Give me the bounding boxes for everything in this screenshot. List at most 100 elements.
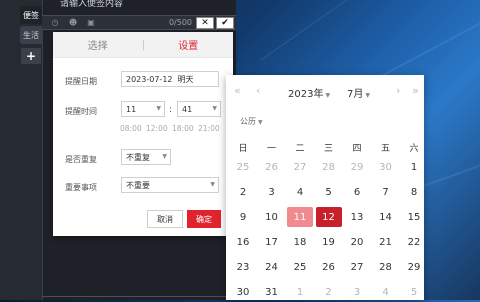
calendar-mode-label: 公历	[240, 117, 256, 126]
calendar-day-other-month[interactable]: 5	[401, 282, 427, 302]
calendar-day[interactable]: 10	[259, 207, 285, 227]
calendar-day[interactable]: 1	[401, 157, 427, 177]
calendar-day[interactable]: 25	[287, 257, 313, 277]
calendar-day-other-month[interactable]: 27	[287, 157, 313, 177]
calendar-day[interactable]: 14	[373, 207, 399, 227]
calendar-day[interactable]: 9	[230, 207, 256, 227]
calendar-day[interactable]: 13	[344, 207, 370, 227]
next-month-icon[interactable]: ›	[396, 84, 400, 97]
time-label: 提醒时间	[65, 107, 97, 116]
calendar-day-other-month[interactable]: 29	[344, 157, 370, 177]
calendar-day[interactable]: 11	[287, 207, 313, 227]
calendar-day[interactable]: 12	[315, 207, 342, 227]
caret-down-icon: ▼	[365, 92, 370, 99]
repeat-label: 是否重复	[65, 155, 97, 164]
calendar-day[interactable]: 19	[316, 232, 342, 252]
add-category-button[interactable]: +	[21, 48, 41, 64]
hour-select[interactable]: 11 ▼	[121, 101, 165, 117]
date-value: 2023-07-12	[126, 74, 173, 84]
calendar-day[interactable]: 29	[401, 257, 427, 277]
note-toolbar: ◷ ☻ ▣ 0/500 ✕ ✔	[42, 15, 236, 30]
calendar-day[interactable]: 22	[401, 232, 427, 252]
repeat-select[interactable]: 不重复 ▼	[121, 149, 171, 165]
next-year-icon[interactable]: »	[412, 84, 419, 97]
calendar-day[interactable]: 28	[373, 257, 399, 277]
importance-select[interactable]: 不重要 ▼	[121, 177, 219, 193]
calendar-day-other-month[interactable]: 4	[373, 282, 399, 302]
notes-sidebar	[0, 0, 42, 300]
calendar-day[interactable]: 18	[287, 232, 313, 252]
calendar-day[interactable]: 20	[344, 232, 370, 252]
user-icon[interactable]: ☻	[68, 18, 78, 28]
calendar-day[interactable]: 30	[230, 282, 256, 302]
prev-year-icon[interactable]: «	[234, 84, 241, 97]
importance-value: 不重要	[126, 180, 150, 190]
date-hint: 明天	[177, 74, 194, 84]
date-field[interactable]: 2023-07-12 明天	[121, 71, 219, 87]
hour-value: 11	[126, 104, 137, 114]
minute-value: 41	[182, 104, 193, 114]
repeat-value: 不重复	[126, 152, 150, 162]
weekday-header: 三	[323, 144, 333, 154]
weekday-header: 五	[380, 144, 390, 154]
weekday-header: 六	[409, 144, 419, 154]
calendar-day-other-month[interactable]: 3	[344, 282, 370, 302]
quick-time-0800[interactable]: 08:00	[120, 124, 142, 133]
calendar-day[interactable]: 8	[401, 182, 427, 202]
calendar-day[interactable]: 26	[316, 257, 342, 277]
calendar-day[interactable]: 17	[259, 232, 285, 252]
sidebar-tab-notes[interactable]: 便签	[20, 6, 42, 24]
calendar-day-other-month[interactable]: 26	[259, 157, 285, 177]
prev-month-icon[interactable]: ‹	[256, 84, 260, 97]
calendar-day[interactable]: 23	[230, 257, 256, 277]
date-label: 提醒日期	[65, 77, 97, 86]
tab-select[interactable]: 选择	[53, 37, 143, 52]
close-button[interactable]: ✕	[196, 16, 214, 29]
lock-icon[interactable]: ▣	[86, 18, 96, 28]
calendar-day[interactable]: 5	[316, 182, 342, 202]
quick-time-1200[interactable]: 12:00	[146, 124, 168, 133]
calendar-day[interactable]: 31	[259, 282, 285, 302]
quick-time-2100[interactable]: 21:00	[198, 124, 220, 133]
calendar-day[interactable]: 16	[230, 232, 256, 252]
calendar-day-other-month[interactable]: 30	[373, 157, 399, 177]
sidebar-tab-life[interactable]: 生活	[20, 26, 42, 44]
calendar-day[interactable]: 27	[344, 257, 370, 277]
chevron-down-icon: ▼	[156, 105, 161, 112]
time-separator: :	[169, 105, 173, 115]
cancel-button[interactable]: 取消	[147, 210, 183, 228]
calendar-day-other-month[interactable]: 28	[316, 157, 342, 177]
calendar-day-other-month[interactable]: 1	[287, 282, 313, 302]
divider	[42, 296, 236, 297]
weekday-header: 四	[352, 144, 362, 154]
confirm-button[interactable]: ✔	[216, 16, 234, 29]
month-label: 7月	[347, 89, 364, 100]
tab-settings[interactable]: 设置	[144, 37, 234, 52]
calendar-day[interactable]: 15	[401, 207, 427, 227]
calendar-day[interactable]: 4	[287, 182, 313, 202]
minute-select[interactable]: 41 ▼	[177, 101, 221, 117]
month-select[interactable]: 7月 ▼	[347, 85, 370, 100]
calendar-day[interactable]: 24	[259, 257, 285, 277]
calendar-day-other-month[interactable]: 2	[316, 282, 342, 302]
char-counter: 0/500	[168, 18, 192, 27]
calendar-day[interactable]: 21	[373, 232, 399, 252]
note-placeholder: 请输入便签内容	[60, 0, 124, 9]
ok-button[interactable]: 确定	[187, 210, 221, 228]
weekday-header: 一	[266, 144, 276, 154]
year-select[interactable]: 2023年 ▼	[288, 85, 330, 100]
calendar-day[interactable]: 2	[230, 182, 256, 202]
calendar-day[interactable]: 7	[373, 182, 399, 202]
quick-time-1800[interactable]: 18:00	[172, 124, 194, 133]
chevron-down-icon: ▼	[210, 181, 215, 188]
calendar-mode-select[interactable]: 公历 ▼	[240, 116, 263, 127]
calendar-day[interactable]: 6	[344, 182, 370, 202]
caret-down-icon: ▼	[325, 92, 331, 99]
dialog-tabs: 选择 设置	[53, 32, 233, 58]
weekday-header: 二	[295, 144, 305, 154]
calendar-day-other-month[interactable]: 25	[230, 157, 256, 177]
calendar-day[interactable]: 3	[259, 182, 285, 202]
date-picker: « ‹ 2023年 ▼ 7月 ▼ › » 公历 ▼ 日一二三四五六 25 26 27 28 29…	[226, 75, 424, 300]
clock-icon[interactable]: ◷	[50, 18, 60, 28]
chevron-down-icon: ▼	[212, 105, 217, 112]
